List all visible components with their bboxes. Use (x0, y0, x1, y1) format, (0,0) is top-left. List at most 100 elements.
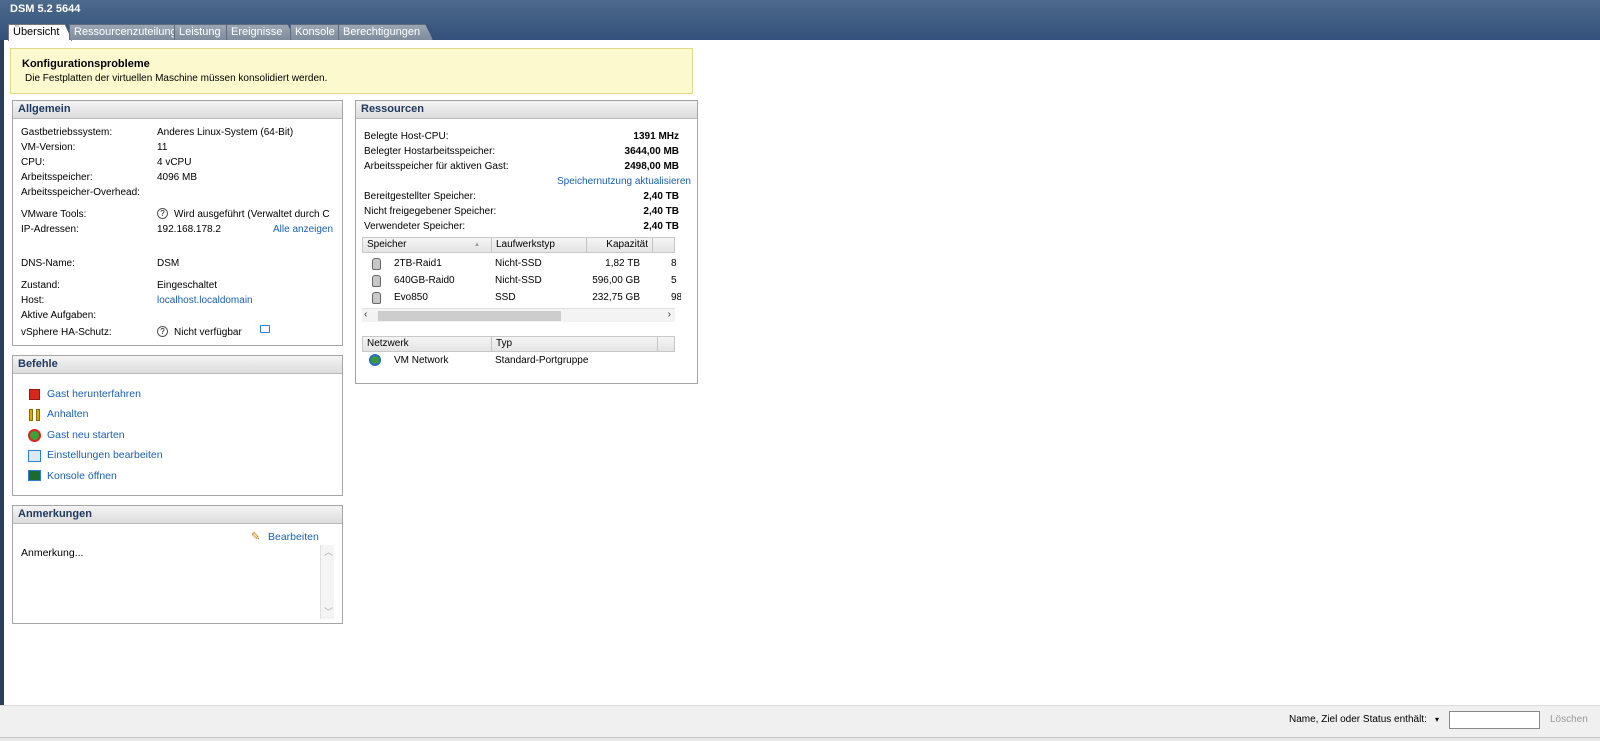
suspend-link[interactable]: Anhalten (47, 408, 88, 420)
commands-panel-title: Befehle (13, 356, 342, 374)
res-label-provisioned: Bereitgestellter Speicher: (364, 191, 476, 202)
general-label-vm-version: VM-Version: (21, 142, 76, 153)
res-value-provisioned: 2,40 TB (643, 191, 679, 202)
general-label-ip: IP-Adressen: (21, 224, 79, 235)
general-label-active-tasks: Aktive Aufgaben: (21, 310, 97, 321)
pause-icon (29, 409, 33, 421)
general-label-memory: Arbeitsspeicher: (21, 172, 93, 183)
general-panel: Allgemein Gastbetriebssystem: Anderes Li… (12, 100, 343, 346)
res-value-used: 2,40 TB (643, 221, 679, 232)
stop-icon (29, 389, 40, 400)
clear-button[interactable]: Löschen (1550, 714, 1588, 725)
notes-text[interactable]: Anmerkung... (21, 547, 83, 559)
scroll-down-icon[interactable]: ﹀ (324, 605, 333, 618)
resources-panel-title: Ressourcen (356, 101, 697, 119)
storage-type: SSD (495, 292, 516, 303)
bottom-filter-bar: Name, Ziel oder Status enthält: ▾ Lösche… (0, 705, 1600, 737)
scroll-thumb[interactable] (378, 311, 561, 321)
general-value-cpu: 4 vCPU (157, 157, 192, 168)
general-label-vmware-tools: VMware Tools: (21, 209, 87, 220)
storage-grid-header: Speicher Laufwerkstyp Kapazität (362, 237, 675, 253)
restart-icon (28, 429, 41, 442)
scroll-up-icon[interactable]: ︿ (324, 545, 333, 558)
general-value-ip: 192.168.178.2 (157, 224, 221, 235)
res-label-used: Verwendeter Speicher: (364, 221, 466, 232)
notes-scrollbar[interactable]: ︿ ﹀ (320, 545, 334, 619)
general-label-ha: vSphere HA-Schutz: (21, 327, 112, 338)
network-col-type[interactable]: Typ (492, 337, 658, 351)
res-value-host-memory: 3644,00 MB (624, 146, 679, 157)
storage-type: Nicht-SSD (495, 275, 542, 286)
general-label-os: Gastbetriebssystem: (21, 127, 113, 138)
notes-panel: Anmerkungen ✎ Bearbeiten Anmerkung... ︿ … (12, 505, 343, 624)
refresh-storage-usage-link[interactable]: Speichernutzung aktualisieren (557, 176, 691, 187)
storage-name: Evo850 (394, 292, 428, 303)
general-label-state: Zustand: (21, 280, 60, 291)
res-value-active-guest: 2498,00 MB (624, 161, 679, 172)
scroll-left-icon[interactable]: ‹ (364, 309, 367, 320)
network-col-name[interactable]: Netzwerk (363, 337, 492, 351)
network-icon (369, 354, 381, 366)
tab-resource-allocation[interactable]: Ressourcenzuteilung (69, 24, 190, 40)
storage-col-name[interactable]: Speicher (363, 238, 492, 252)
storage-type: Nicht-SSD (495, 258, 542, 269)
general-value-vmware-tools: Wird ausgeführt (Verwaltet durch C (174, 209, 330, 220)
datastore-icon (372, 258, 381, 270)
general-value-os: Anderes Linux-System (64-Bit) (157, 127, 294, 138)
console-icon (28, 470, 41, 481)
left-border (0, 40, 4, 705)
general-panel-title: Allgemein (13, 101, 342, 119)
storage-capacity: 1,82 TB (605, 258, 640, 269)
edit-notes-link[interactable]: Bearbeiten (268, 531, 319, 543)
tasks-bar (0, 737, 1600, 741)
res-label-unshared: Nicht freigegebener Speicher: (364, 206, 497, 217)
filter-input[interactable] (1449, 711, 1540, 729)
general-value-ha: Nicht verfügbar (174, 327, 242, 338)
network-name: VM Network (394, 355, 449, 366)
resources-panel: Ressourcen Belegte Host-CPU: 1391 MHz Be… (355, 100, 698, 384)
alert-text: Die Festplatten der virtuellen Maschine … (25, 73, 328, 84)
general-label-host: Host: (21, 295, 45, 306)
storage-name: 640GB-Raid0 (394, 275, 455, 286)
storage-col-capacity[interactable]: Kapazität (587, 238, 653, 252)
filter-label: Name, Ziel oder Status enthält: (1289, 714, 1427, 725)
pencil-icon: ✎ (251, 531, 261, 543)
open-console-link[interactable]: Konsole öffnen (47, 470, 117, 482)
shutdown-guest-link[interactable]: Gast herunterfahren (47, 388, 141, 400)
scroll-right-icon[interactable]: › (668, 309, 671, 320)
general-label-dns: DNS-Name: (21, 258, 75, 269)
storage-hscrollbar[interactable]: ‹ › (362, 308, 675, 322)
comment-icon[interactable] (260, 325, 270, 333)
storage-capacity: 232,75 GB (592, 292, 640, 303)
res-value-host-cpu: 1391 MHz (633, 131, 679, 142)
storage-extra: 8 (671, 258, 677, 269)
notes-panel-title: Anmerkungen (13, 506, 342, 524)
host-link[interactable]: localhost.localdomain (157, 295, 253, 306)
res-label-host-cpu: Belegte Host-CPU: (364, 131, 449, 142)
storage-col-type[interactable]: Laufwerkstyp (492, 238, 587, 252)
show-all-ips-link[interactable]: Alle anzeigen (273, 224, 333, 235)
storage-capacity: 596,00 GB (592, 275, 640, 286)
dropdown-arrow-icon[interactable]: ▾ (1435, 715, 1439, 724)
general-value-state: Eingeschaltet (157, 280, 218, 291)
res-label-active-guest: Arbeitsspeicher für aktiven Gast: (364, 161, 509, 172)
network-grid-header: Netzwerk Typ (362, 336, 675, 352)
restart-guest-link[interactable]: Gast neu starten (47, 429, 125, 441)
general-label-memory-overhead: Arbeitsspeicher-Overhead: (21, 187, 140, 198)
datastore-icon (372, 292, 381, 304)
tab-permissions[interactable]: Berechtigungen (338, 24, 433, 40)
edit-settings-icon (28, 450, 41, 462)
alert-title: Konfigurationsprobleme (22, 58, 150, 70)
help-icon[interactable]: ? (157, 208, 168, 219)
general-label-cpu: CPU: (21, 157, 45, 168)
tab-events[interactable]: Ereignisse (226, 24, 295, 40)
edit-settings-link[interactable]: Einstellungen bearbeiten (47, 449, 163, 461)
tab-performance[interactable]: Leistung (174, 24, 234, 40)
sort-icon[interactable]: ▲ (474, 242, 480, 248)
tab-overview[interactable]: Übersicht (8, 24, 72, 41)
help-icon[interactable]: ? (157, 326, 168, 337)
datastore-icon (372, 275, 381, 287)
storage-extra: 98 (671, 292, 681, 303)
general-value-vm-version: 11 (157, 142, 168, 153)
storage-extra: 5 (671, 275, 677, 286)
